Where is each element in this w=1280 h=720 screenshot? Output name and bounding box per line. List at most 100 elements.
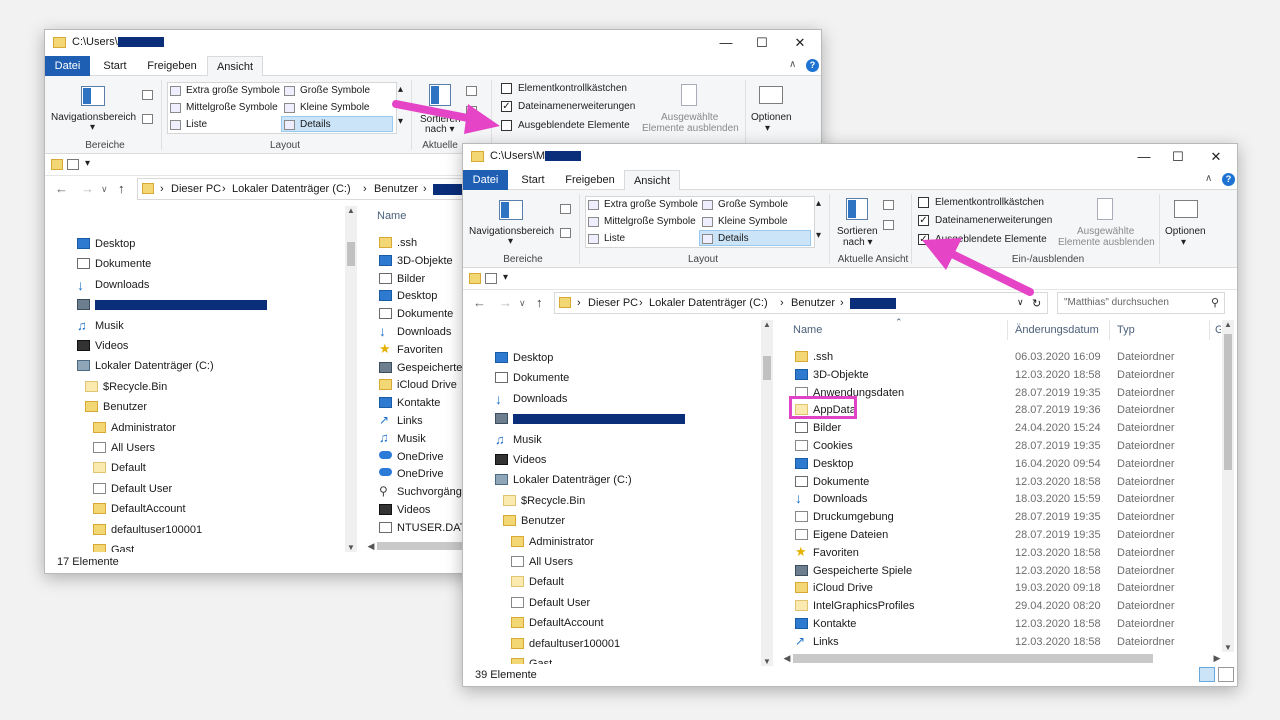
layout-medium-icons[interactable]: Mittelgroße Symbole: [168, 100, 280, 116]
file-row[interactable]: Bilder 24.04.2020 15:24 Dateiordner: [795, 419, 1221, 437]
nav-item[interactable]: Benutzer: [85, 397, 147, 417]
column-header-type[interactable]: Typ: [1117, 318, 1135, 342]
chevron-up-icon[interactable]: ∧: [789, 59, 796, 70]
navigation-pane-icon[interactable]: [499, 200, 523, 220]
hidden-items-checkbox[interactable]: [501, 120, 512, 131]
tab-view[interactable]: Ansicht: [207, 56, 263, 77]
file-row[interactable]: Desktop: [379, 287, 465, 305]
tab-file[interactable]: Datei: [45, 56, 90, 76]
file-row[interactable]: OneDrive: [379, 465, 465, 483]
scroll-down-icon[interactable]: ▼: [1222, 643, 1234, 652]
layout-details[interactable]: Details: [699, 230, 811, 246]
tab-share[interactable]: Freigeben: [559, 170, 621, 190]
layout-list[interactable]: Liste: [168, 117, 280, 133]
navigation-pane-icon[interactable]: [81, 86, 105, 106]
folder-icon[interactable]: [51, 159, 63, 170]
scroll-up-icon[interactable]: ▲: [345, 206, 357, 215]
options-button[interactable]: Optionen: [1165, 226, 1206, 237]
file-row[interactable]: ★ Favoriten: [379, 341, 465, 359]
sort-button[interactable]: Sortieren: [837, 226, 878, 237]
nav-item[interactable]: Lokaler Datenträger (C:): [77, 356, 214, 376]
column-separator[interactable]: [1209, 320, 1210, 340]
nav-item[interactable]: Default User: [511, 593, 590, 613]
breadcrumb-user-redacted[interactable]: [850, 297, 896, 309]
tab-start[interactable]: Start: [95, 56, 135, 76]
column-header-name[interactable]: Name: [377, 204, 406, 228]
up-arrow-icon[interactable]: ↑: [118, 181, 125, 196]
nav-item[interactable]: Default: [93, 458, 146, 478]
layout-small-icons[interactable]: Kleine Symbole: [700, 214, 812, 230]
search-input[interactable]: "Matthias" durchsuchen ⚲: [1057, 292, 1225, 314]
group-by-icon[interactable]: [883, 200, 894, 210]
nav-item[interactable]: ♫ Musik: [77, 316, 124, 336]
scroll-thumb[interactable]: [763, 356, 771, 380]
nav-item[interactable]: All Users: [93, 438, 155, 458]
file-row[interactable]: 3D-Objekte: [379, 252, 465, 270]
file-row[interactable]: Desktop 16.04.2020 09:54 Dateiordner: [795, 455, 1221, 473]
file-row[interactable]: Videos: [379, 501, 465, 519]
file-row[interactable]: Kontakte: [379, 394, 465, 412]
layout-large-icons[interactable]: Große Symbole: [282, 83, 394, 99]
nav-item[interactable]: Administrator: [511, 532, 594, 552]
nav-item[interactable]: Default: [511, 572, 564, 592]
file-row[interactable]: OneDrive: [379, 448, 465, 466]
nav-item[interactable]: Gast: [511, 654, 552, 664]
add-columns-icon[interactable]: [466, 106, 477, 116]
layout-details[interactable]: Details: [281, 116, 393, 132]
breadcrumb-local-disk[interactable]: Lokaler Datenträger (C:): [232, 183, 351, 195]
file-row[interactable]: ↗ Links 12.03.2020 18:58 Dateiordner: [795, 633, 1221, 651]
scroll-up-icon[interactable]: ▲: [761, 320, 773, 329]
nav-item[interactable]: Benutzer: [503, 511, 565, 531]
group-by-icon[interactable]: [466, 86, 477, 96]
nav-item[interactable]: Desktop: [77, 234, 135, 254]
file-row[interactable]: .ssh 06.03.2020 16:09 Dateiordner: [795, 348, 1221, 366]
tab-start[interactable]: Start: [513, 170, 553, 190]
column-header-date[interactable]: Änderungsdatum: [1015, 318, 1099, 342]
refresh-icon[interactable]: ↻: [1032, 297, 1041, 310]
nav-item[interactable]: Videos: [77, 336, 128, 356]
customize-toolbar-icon[interactable]: ▾: [503, 272, 508, 283]
preview-pane-icon[interactable]: [560, 204, 571, 214]
file-row[interactable]: ★ Favoriten 12.03.2020 18:58 Dateiordner: [795, 544, 1221, 562]
nav-item[interactable]: ♫ Musik: [495, 430, 542, 450]
nav-item[interactable]: Administrator: [93, 418, 176, 438]
item-checkboxes-checkbox[interactable]: [501, 83, 512, 94]
up-arrow-icon[interactable]: ↑: [536, 295, 543, 310]
search-icon[interactable]: ⚲: [1211, 296, 1219, 309]
forward-arrow-icon[interactable]: →: [499, 295, 512, 310]
horizontal-scroll-thumb[interactable]: [377, 542, 467, 550]
breadcrumb-users[interactable]: Benutzer: [791, 297, 835, 309]
properties-icon[interactable]: [485, 273, 497, 284]
file-row[interactable]: 3D-Objekte 12.03.2020 18:58 Dateiordner: [795, 366, 1221, 384]
address-bar[interactable]: › Dieser PC › Lokaler Datenträger (C:) ›…: [554, 292, 1048, 314]
layout-list[interactable]: Liste: [586, 231, 698, 247]
file-row[interactable]: iCloud Drive: [379, 376, 465, 394]
nav-item[interactable]: Videos: [495, 450, 546, 470]
breadcrumb-this-pc[interactable]: Dieser PC: [171, 183, 221, 195]
scroll-thumb[interactable]: [1224, 334, 1232, 470]
file-row[interactable]: NTUSER.DAT: [379, 519, 465, 537]
breadcrumb-users[interactable]: Benutzer: [374, 183, 418, 195]
file-row[interactable]: Gespeicherte Spiele 12.03.2020 18:58 Datei…: [795, 562, 1221, 580]
layout-medium-icons[interactable]: Mittelgroße Symbole: [586, 214, 698, 230]
nav-item[interactable]: Lokaler Datenträger (C:): [495, 470, 632, 490]
horizontal-scroll-thumb[interactable]: [793, 654, 1153, 663]
sort-by-label[interactable]: nach ▾: [843, 237, 873, 248]
file-row[interactable]: .ssh: [379, 234, 465, 252]
file-list-scrollbar[interactable]: ▲ ▼: [1222, 320, 1234, 652]
file-row[interactable]: ↗ Links: [379, 412, 465, 430]
nav-item[interactable]: DefaultAccount: [511, 613, 604, 633]
file-row[interactable]: Gespeicherte: [379, 359, 465, 377]
options-icon[interactable]: [1174, 200, 1198, 218]
nav-item[interactable]: Dokumente: [77, 254, 151, 274]
back-arrow-icon[interactable]: ←: [55, 181, 68, 196]
layout-extra-large-icons[interactable]: Extra große Symbole: [168, 83, 280, 99]
nav-item[interactable]: [77, 295, 267, 315]
maximize-icon[interactable]: ☐: [751, 33, 773, 53]
sort-icon[interactable]: [846, 198, 868, 220]
nav-item[interactable]: DefaultAccount: [93, 499, 186, 519]
gallery-scroll-up-icon[interactable]: ▴: [816, 198, 821, 209]
close-icon[interactable]: ✕: [789, 33, 811, 53]
hidden-items-checkbox[interactable]: ✓: [918, 234, 929, 245]
tab-file[interactable]: Datei: [463, 170, 508, 190]
